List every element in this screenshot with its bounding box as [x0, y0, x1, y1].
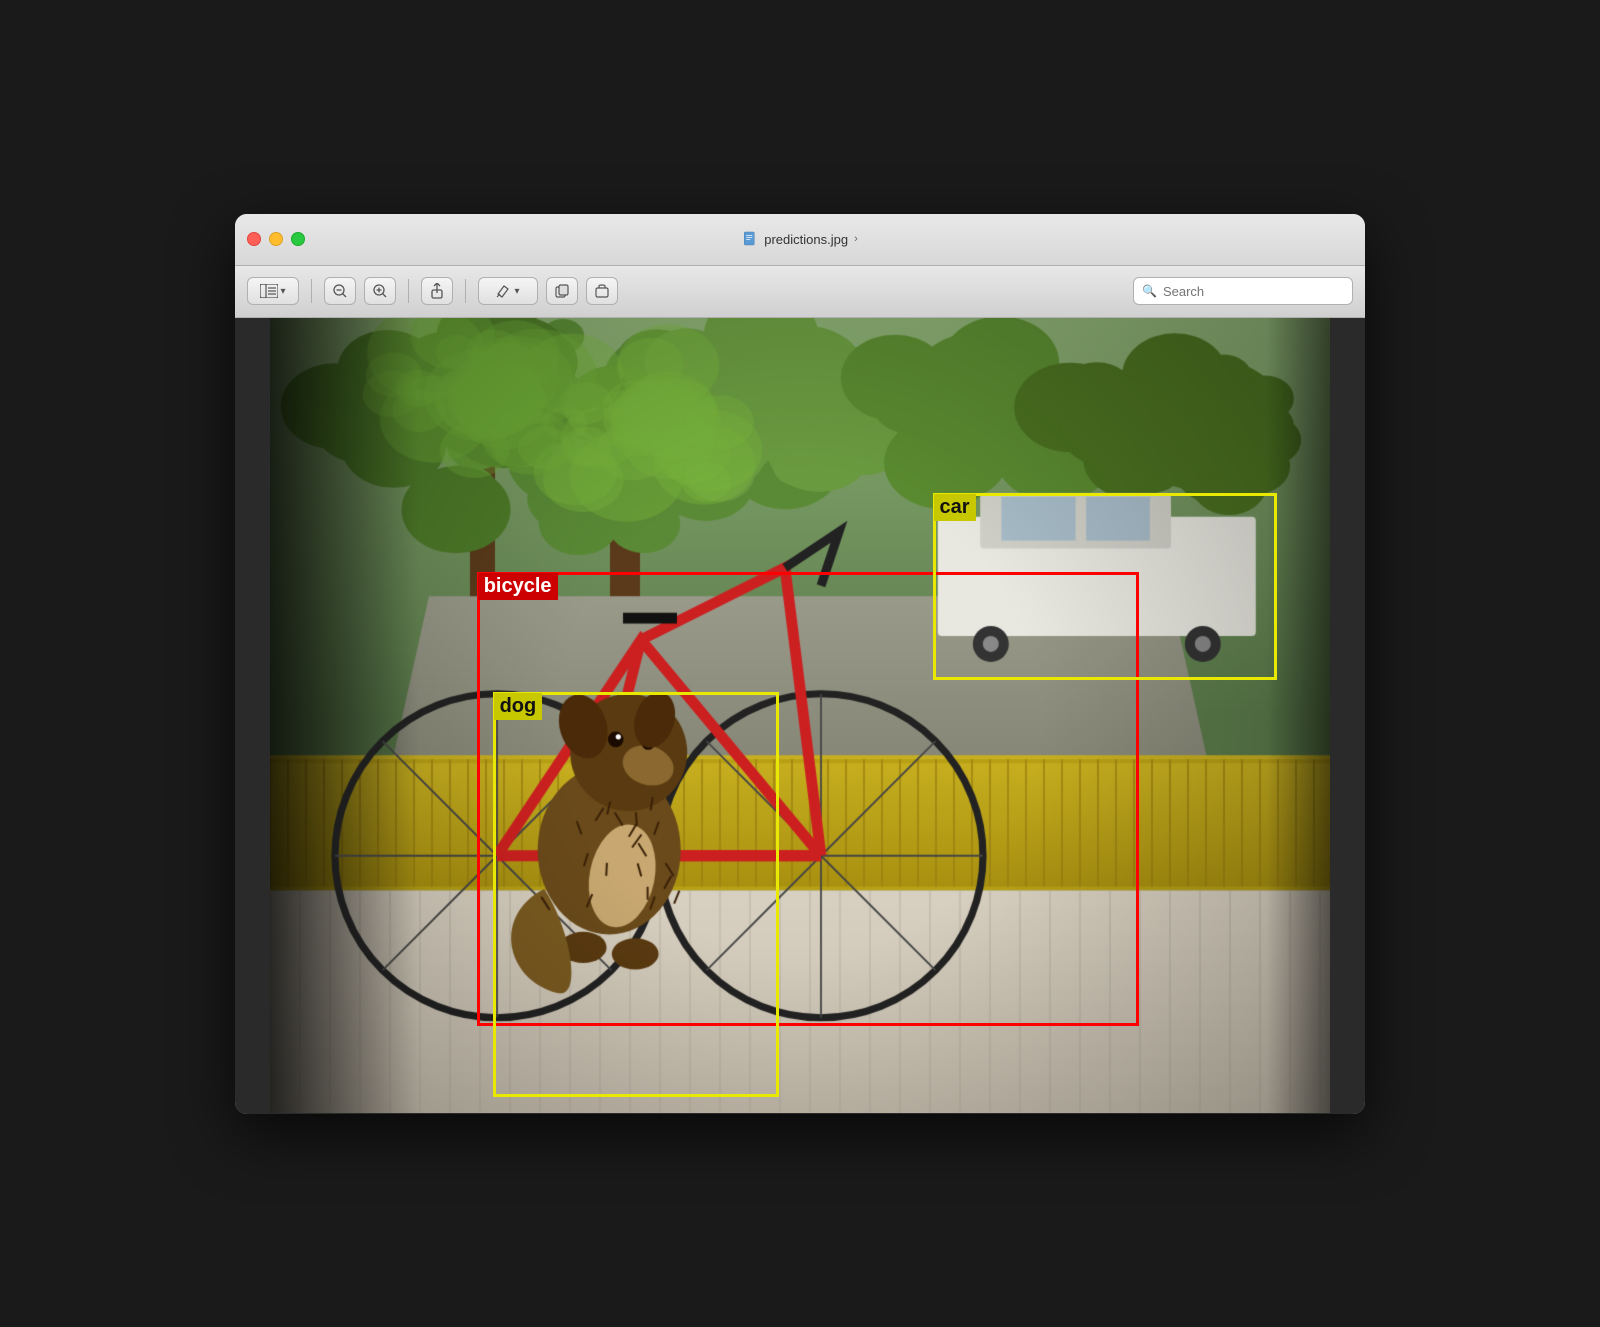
separator-1 [311, 279, 312, 303]
file-icon [742, 231, 758, 247]
sidebar-chevron: ▾ [280, 286, 285, 297]
copy-icon [555, 284, 569, 298]
zoom-out-button[interactable] [324, 277, 356, 305]
share-icon [430, 283, 444, 299]
maximize-button[interactable] [291, 232, 305, 246]
toolbox-button[interactable] [586, 277, 618, 305]
separator-3 [465, 279, 466, 303]
window-title: predictions.jpg [764, 232, 848, 247]
copy-button[interactable] [546, 277, 578, 305]
close-button[interactable] [247, 232, 261, 246]
image-wrapper: bicycle dog car [270, 318, 1330, 1113]
share-button[interactable] [421, 277, 453, 305]
zoom-out-icon [333, 284, 347, 298]
markup-chevron: ▾ [514, 286, 519, 297]
markup-button[interactable]: ▾ [478, 277, 538, 305]
separator-2 [408, 279, 409, 303]
traffic-lights [247, 232, 305, 246]
toolbar: ▾ [235, 266, 1365, 318]
title-chevron: › [854, 233, 858, 245]
minimize-button[interactable] [269, 232, 283, 246]
toolbox-icon [595, 284, 609, 298]
window-title-area: predictions.jpg › [742, 231, 858, 247]
main-window: predictions.jpg › ▾ [235, 214, 1365, 1114]
zoom-in-button[interactable] [364, 277, 396, 305]
zoom-in-icon [373, 284, 387, 298]
search-input[interactable] [1163, 284, 1344, 299]
search-bar[interactable]: 🔍 [1133, 277, 1353, 305]
image-container: bicycle dog car [235, 318, 1365, 1114]
scene-canvas [270, 318, 1330, 1113]
titlebar: predictions.jpg › [235, 214, 1365, 266]
sidebar-toggle-button[interactable]: ▾ [247, 277, 299, 305]
markup-icon [496, 284, 510, 298]
search-icon: 🔍 [1142, 284, 1157, 298]
sidebar-icon [260, 284, 278, 298]
